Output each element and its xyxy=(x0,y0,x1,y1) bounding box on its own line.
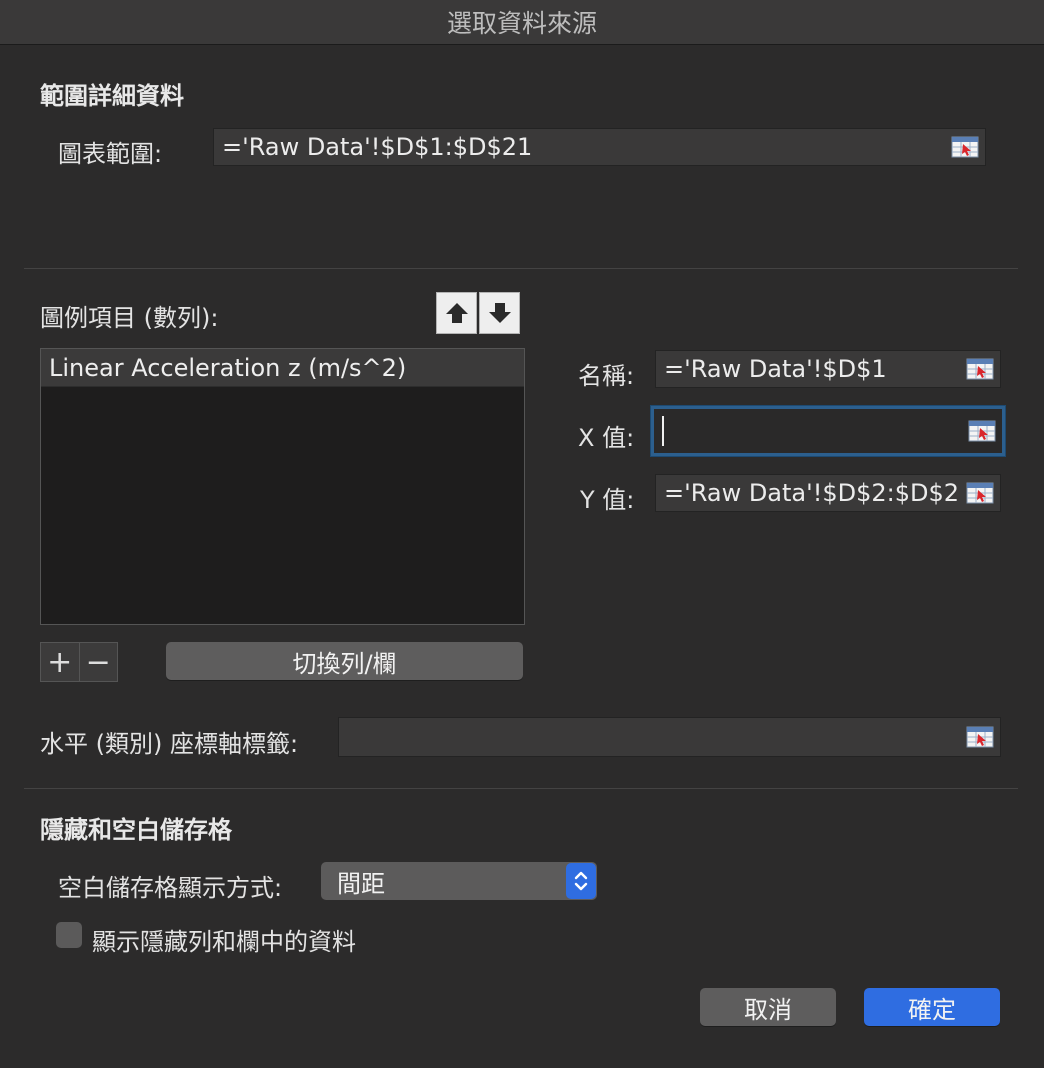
divider-2 xyxy=(24,788,1018,789)
chart-range-label: 圖表範圍: xyxy=(58,140,163,168)
y-values-value: ='Raw Data'!$D$2:$D$2 xyxy=(664,479,960,507)
window-title: 選取資料來源 xyxy=(446,9,597,38)
window-titlebar: 選取資料來源 xyxy=(0,0,1044,45)
add-series-button[interactable]: + xyxy=(41,643,79,681)
range-select-icon[interactable] xyxy=(966,726,994,748)
empty-cells-label: 空白儲存格顯示方式: xyxy=(58,874,283,902)
move-down-button[interactable] xyxy=(479,292,520,334)
show-hidden-checkbox[interactable] xyxy=(56,922,82,948)
updown-chevron-icon xyxy=(566,863,596,899)
range-select-icon[interactable] xyxy=(951,136,979,158)
horizontal-axis-field[interactable] xyxy=(338,717,1001,757)
chart-range-field[interactable]: ='Raw Data'!$D$1:$D$21 xyxy=(213,128,986,166)
x-values-field[interactable] xyxy=(651,406,1005,456)
horizontal-axis-label: 水平 (類別) 座標軸標籤: xyxy=(40,730,299,758)
range-select-icon[interactable] xyxy=(966,482,994,504)
range-select-icon[interactable] xyxy=(968,420,996,442)
series-order-buttons xyxy=(436,292,522,334)
range-select-icon[interactable] xyxy=(966,358,994,380)
range-section-title: 範圍詳細資料 xyxy=(40,82,184,110)
empty-cells-value: 間距 xyxy=(337,869,385,898)
move-up-button[interactable] xyxy=(436,292,477,334)
hidden-cells-section-title: 隱藏和空白儲存格 xyxy=(40,816,232,844)
x-values-label: X 值: xyxy=(578,424,635,452)
series-name-label: 名稱: xyxy=(578,362,635,390)
chart-range-value: ='Raw Data'!$D$1:$D$21 xyxy=(222,133,533,161)
add-remove-buttons: + − xyxy=(40,642,118,682)
legend-entries-label: 圖例項目 (數列): xyxy=(40,304,219,332)
series-list-item[interactable]: Linear Acceleration z (m/s^2) xyxy=(41,349,524,387)
ok-button[interactable]: 確定 xyxy=(864,988,1000,1026)
switch-row-column-button[interactable]: 切換列/欄 xyxy=(166,642,523,680)
series-list-item-label: Linear Acceleration z (m/s^2) xyxy=(49,353,407,382)
show-hidden-label: 顯示隱藏列和欄中的資料 xyxy=(92,928,356,956)
y-values-field[interactable]: ='Raw Data'!$D$2:$D$2 xyxy=(655,474,1001,512)
arrow-down-icon xyxy=(488,303,511,323)
divider-1 xyxy=(24,268,1018,269)
series-name-value: ='Raw Data'!$D$1 xyxy=(664,355,887,383)
empty-cells-popup[interactable]: 間距 xyxy=(321,862,597,900)
remove-series-button[interactable]: − xyxy=(78,643,117,681)
arrow-up-icon xyxy=(445,303,468,323)
y-values-label: Y 值: xyxy=(580,486,635,514)
series-name-field[interactable]: ='Raw Data'!$D$1 xyxy=(655,350,1001,388)
text-caret xyxy=(662,416,664,446)
cancel-button[interactable]: 取消 xyxy=(700,988,836,1026)
select-data-source-dialog: 選取資料來源 範圍詳細資料 圖表範圍: ='Raw Data'!$D$1:$D$… xyxy=(0,0,1044,1068)
series-list[interactable]: Linear Acceleration z (m/s^2) xyxy=(40,348,525,625)
